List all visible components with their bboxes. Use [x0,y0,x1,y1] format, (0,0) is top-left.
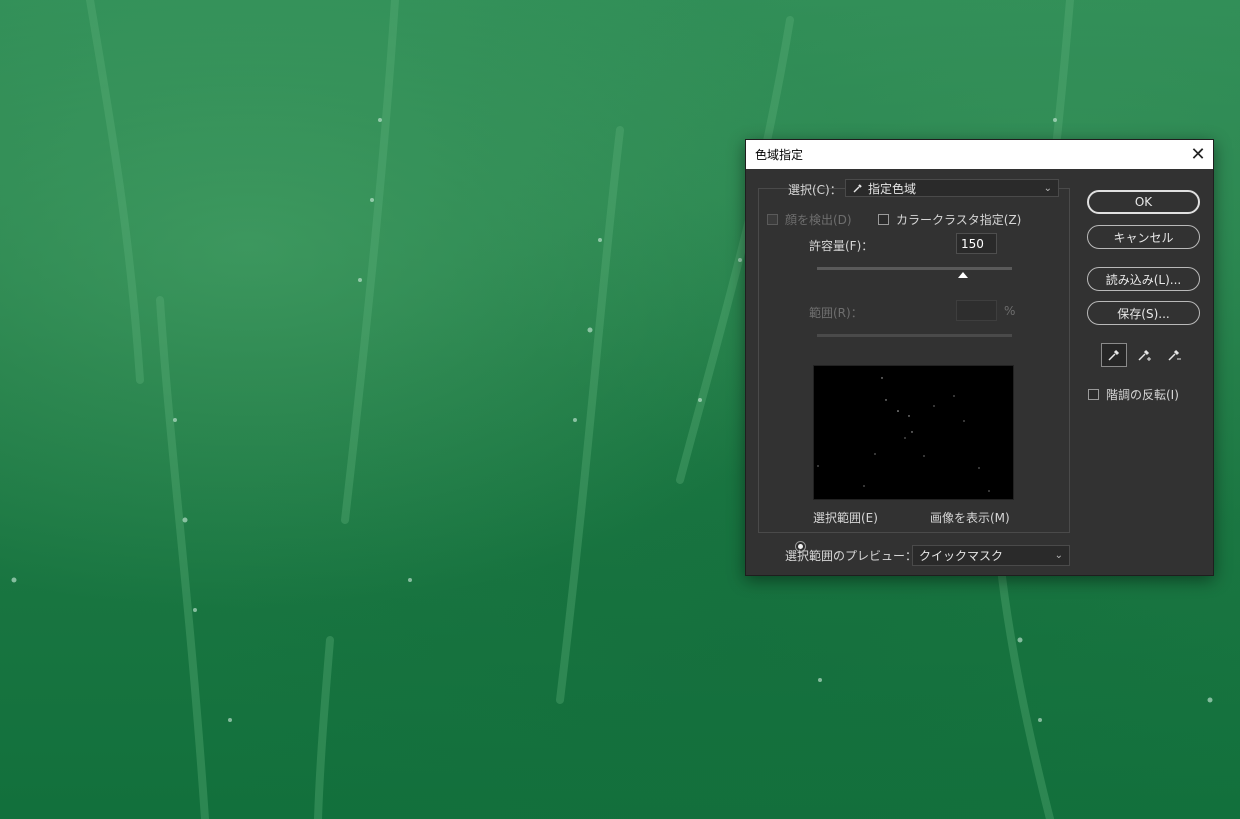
fuzziness-slider-thumb[interactable] [958,272,969,278]
close-icon: ✕ [1190,144,1206,165]
eyedropper-plus-icon [1138,349,1151,361]
eyedropper-minus-icon [1168,349,1181,361]
range-label: 範囲(R)： [809,306,863,320]
range-unit: % [1004,304,1016,318]
eyedropper-icon [853,184,862,193]
save-button[interactable]: 保存(S)... [1087,301,1200,325]
preview-specks [817,377,990,492]
color-cluster-checkbox[interactable] [878,214,889,225]
load-button[interactable]: 読み込み(L)... [1087,267,1200,291]
detect-faces-checkbox[interactable] [767,214,778,225]
preview-mode-value: クイックマスク [919,549,1004,563]
range-input[interactable] [956,300,997,321]
close-button[interactable]: ✕ [1183,140,1213,169]
preview-mode-label: 選択範囲のプレビュー： [785,549,918,563]
selection-radio-label: 選択範囲(E) [813,511,878,525]
detect-faces-label: 顔を検出(D) [785,213,852,227]
preview-mode-dropdown[interactable]: クイックマスク ⌄ [912,545,1070,566]
cancel-button[interactable]: キャンセル [1087,225,1200,249]
image-radio-label: 画像を表示(M) [930,511,1010,525]
invert-label: 階調の反転(I) [1106,388,1179,402]
invert-checkbox[interactable] [1088,389,1099,400]
chevron-down-icon: ⌄ [1054,550,1063,561]
select-value: 指定色域 [868,181,917,196]
fuzziness-input[interactable]: 150 [956,233,997,254]
color-range-dialog: 色域指定 ✕ 選択(C)： 指定色域 ⌄ 顔を検出(D) カラークラスタ指定(Z… [745,139,1214,576]
fuzziness-label: 許容量(F)： [809,239,874,253]
eyedropper-plus-tool[interactable] [1131,343,1157,367]
dialog-title: 色域指定 [755,148,804,162]
eyedropper-minus-tool[interactable] [1161,343,1187,367]
dialog-titlebar: 色域指定 ✕ [746,140,1213,169]
eyedropper-icon [1108,349,1120,361]
selection-preview[interactable] [813,365,1014,500]
eyedropper-tool[interactable] [1101,343,1127,367]
color-cluster-label: カラークラスタ指定(Z) [896,213,1022,227]
select-dropdown[interactable]: 指定色域 ⌄ [845,179,1059,197]
chevron-down-icon: ⌄ [1043,182,1052,194]
fuzziness-slider-track[interactable] [817,267,1012,270]
select-label: 選択(C)： [788,183,842,197]
ok-button[interactable]: OK [1087,190,1200,214]
range-slider-track[interactable] [817,334,1012,337]
